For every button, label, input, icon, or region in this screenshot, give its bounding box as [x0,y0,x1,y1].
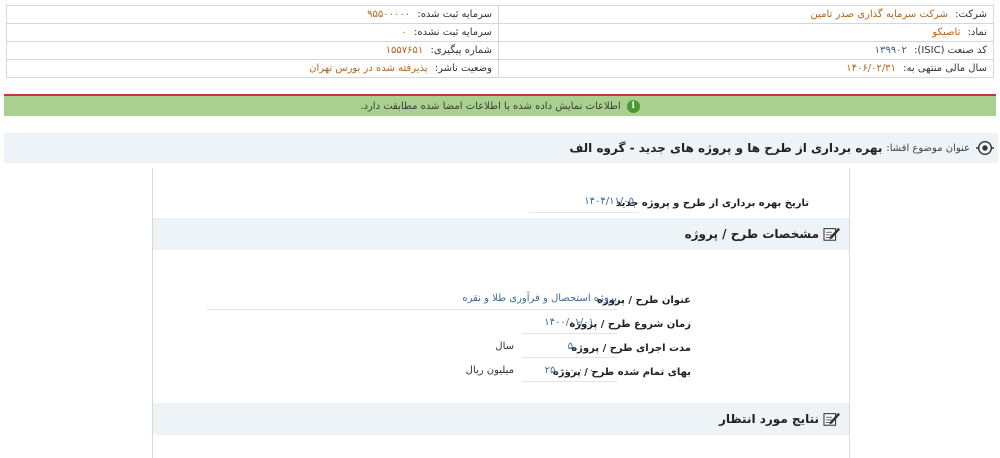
symbol-label: نماد: [967,27,987,38]
tracking-value: ۱۵۵۷۶۵۱ [385,45,424,56]
cost-underline [522,381,617,382]
publisher-status-value: پذیرفته شده در بورس تهران [309,63,428,74]
symbol-cell: نماد: تاصیکو [498,23,994,42]
verification-message: اطلاعات نمایش داده شده با اطلاعات امضا ش… [360,100,621,112]
unregistered-capital-cell: سرمایه ثبت نشده: ۰ [6,23,499,42]
fiscal-year-value: ۱۴۰۶/۰۲/۳۱ [846,63,896,74]
launch-date-value: ۱۴۰۴/۱۱/۰۵ [584,196,634,207]
duration-underline [522,357,617,358]
symbol-value: تاصیکو [932,27,961,38]
verification-banner: i اطلاعات نمایش داده شده با اطلاعات امضا… [4,94,996,116]
isic-label: کد صنعت (ISIC): [914,45,987,56]
start-time-underline [522,333,617,334]
company-value: شرکت سرمایه گذاری صدر تامین [810,9,948,20]
duration-value: ۵ [567,341,573,352]
publisher-status-label: وضعیت ناشر: [434,63,492,74]
report-panel: تاریخ بهره برداری از طرح و پروژه جدید ۱۴… [152,168,850,458]
unregistered-capital-label: سرمایه ثبت نشده: [414,27,492,38]
isic-cell: کد صنعت (ISIC): ۱۳۹۹۰۲ [498,41,994,60]
registered-capital-cell: سرمایه ثبت شده: ۹۵۵۰۰۰۰۰ [6,5,499,24]
unregistered-capital-value: ۰ [401,27,407,38]
duration-label: مدت اجرای طرح / پروژه [571,343,691,354]
duration-unit: سال [495,341,514,352]
launch-date-label: تاریخ بهره برداری از طرح و پروژه جدید [615,198,809,209]
fiscal-year-label: سال مالی منتهی به: [903,63,987,74]
edit-icon [823,227,840,241]
cost-unit: میلیون ریال [465,365,514,376]
target-icon [976,140,994,156]
subject-bar: عنوان موضوع افشا: بهره برداری از طرح ها … [4,133,998,163]
registered-capital-value: ۹۵۵۰۰۰۰۰ [367,9,411,20]
info-icon: i [626,99,640,113]
cost-value: ۲۵,۰۰۰,۰۰۰ [544,365,594,376]
expected-results-title: نتایج مورد انتظار [718,412,819,426]
start-time-value: ۱۴۰۰/۰۱/۰۱ [544,317,594,328]
registered-capital-label: سرمایه ثبت شده: [417,9,492,20]
subject-label: عنوان موضوع افشا: [886,142,970,154]
isic-value: ۱۳۹۹۰۲ [874,45,907,56]
tracking-cell: شماره پیگیری: ۱۵۵۷۶۵۱ [6,41,499,60]
expected-results-header: نتایج مورد انتظار [153,403,849,435]
subject-title: بهره برداری از طرح ها و پروژه های جدید -… [569,141,883,155]
project-title-underline [207,309,617,310]
specs-section-header: مشخصات طرح / پروژه [153,218,849,250]
fiscal-year-cell: سال مالی منتهی به: ۱۴۰۶/۰۲/۳۱ [498,59,994,78]
company-label: شرکت: [955,9,987,20]
tracking-label: شماره پیگیری: [430,45,492,56]
edit-icon [823,412,840,426]
company-cell: شرکت: شرکت سرمایه گذاری صدر تامین [498,5,994,24]
publisher-status-cell: وضعیت ناشر: پذیرفته شده در بورس تهران [6,59,499,78]
launch-date-underline [529,212,639,213]
specs-section-title: مشخصات طرح / پروژه [684,227,819,241]
company-info-table: شرکت: شرکت سرمایه گذاری صدر تامین سرمایه… [6,5,994,78]
project-title-value: پروژه استحصال و فرآوری طلا و نقره [462,293,617,304]
